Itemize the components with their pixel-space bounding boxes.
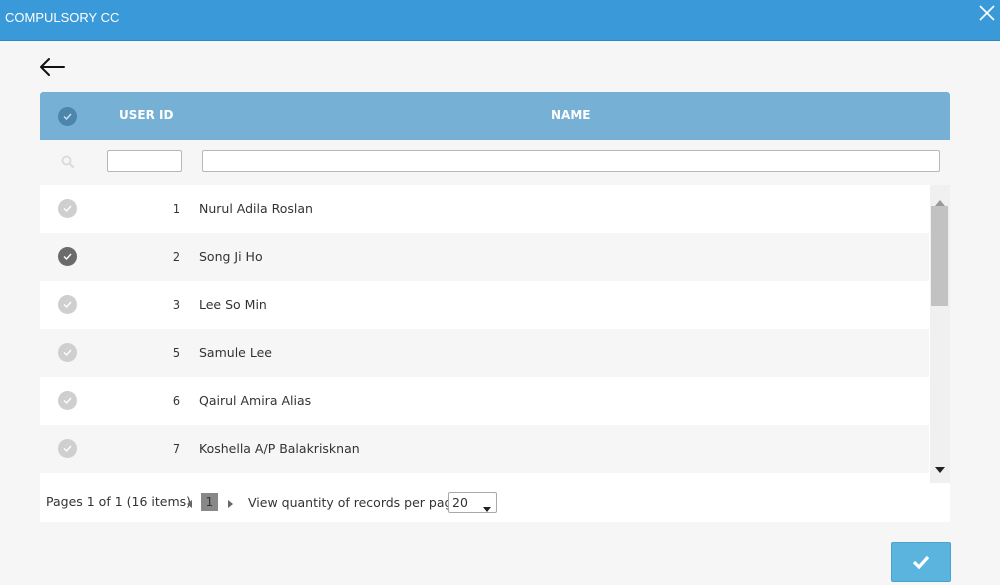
table-row[interactable]: 7 Koshella A/P Balakrisknan [40, 425, 929, 473]
chevron-down-icon [483, 500, 491, 515]
row-checkbox[interactable] [58, 295, 77, 314]
row-checkbox[interactable] [58, 199, 77, 218]
table-row[interactable]: 6 Qairul Amira Alias [40, 377, 929, 425]
pager: Pages 1 of 1 (16 items) 1 View quantity … [40, 483, 950, 522]
user-id-filter-input[interactable] [107, 150, 182, 172]
row-checkbox[interactable] [58, 247, 77, 266]
checkmark-icon [912, 555, 930, 569]
page-number-current[interactable]: 1 [201, 493, 218, 511]
row-name: Nurul Adila Roslan [199, 201, 313, 216]
row-user-id: 5 [172, 345, 180, 360]
row-checkbox[interactable] [58, 343, 77, 362]
grid-rows: 1 Nurul Adila Roslan 2 Song Ji Ho 3 Lee So Mi… [40, 185, 929, 473]
scroll-down-arrow-icon[interactable] [935, 458, 945, 477]
row-user-id: 3 [172, 297, 180, 312]
grid-header: USER ID NAME [40, 92, 950, 140]
row-name: Samule Lee [199, 345, 272, 360]
row-checkbox[interactable] [58, 439, 77, 458]
table-row[interactable]: 5 Samule Lee [40, 329, 929, 377]
row-user-id: 7 [172, 441, 180, 456]
per-page-label: View quantity of records per page [248, 495, 461, 510]
next-page-icon[interactable] [228, 496, 234, 511]
table-row[interactable]: 2 Song Ji Ho [40, 233, 929, 281]
name-filter-input[interactable] [202, 150, 940, 172]
table-row[interactable]: 3 Lee So Min [40, 281, 929, 329]
row-user-id: 6 [172, 393, 180, 408]
row-name: Lee So Min [199, 297, 267, 312]
select-all-checkbox[interactable] [58, 107, 77, 126]
row-user-id: 1 [172, 201, 180, 216]
confirm-button[interactable] [891, 542, 951, 582]
column-header-name[interactable]: NAME [551, 92, 590, 140]
dialog-title: COMPULSORY CC [5, 10, 120, 25]
per-page-select[interactable]: 20 [448, 492, 497, 513]
arrow-left-icon[interactable] [38, 55, 66, 79]
filter-row [40, 140, 950, 185]
close-icon[interactable] [978, 4, 996, 22]
per-page-value: 20 [452, 495, 468, 510]
row-checkbox[interactable] [58, 391, 77, 410]
row-user-id: 2 [172, 249, 180, 264]
column-header-user-id[interactable]: USER ID [119, 92, 173, 140]
search-icon [60, 154, 76, 174]
row-name: Koshella A/P Balakrisknan [199, 441, 360, 456]
pager-info: Pages 1 of 1 (16 items) [46, 494, 192, 509]
user-grid: USER ID NAME 1 Nurul Adila Roslan 2 Song Ji… [40, 92, 950, 522]
row-name: Song Ji Ho [199, 249, 263, 264]
dialog-titlebar: COMPULSORY CC [0, 0, 1000, 41]
table-row[interactable]: 1 Nurul Adila Roslan [40, 185, 929, 233]
grid-scrollbar[interactable] [930, 185, 950, 483]
row-name: Qairul Amira Alias [199, 393, 312, 408]
prev-page-icon[interactable] [186, 496, 192, 511]
scrollbar-thumb[interactable] [931, 206, 948, 306]
